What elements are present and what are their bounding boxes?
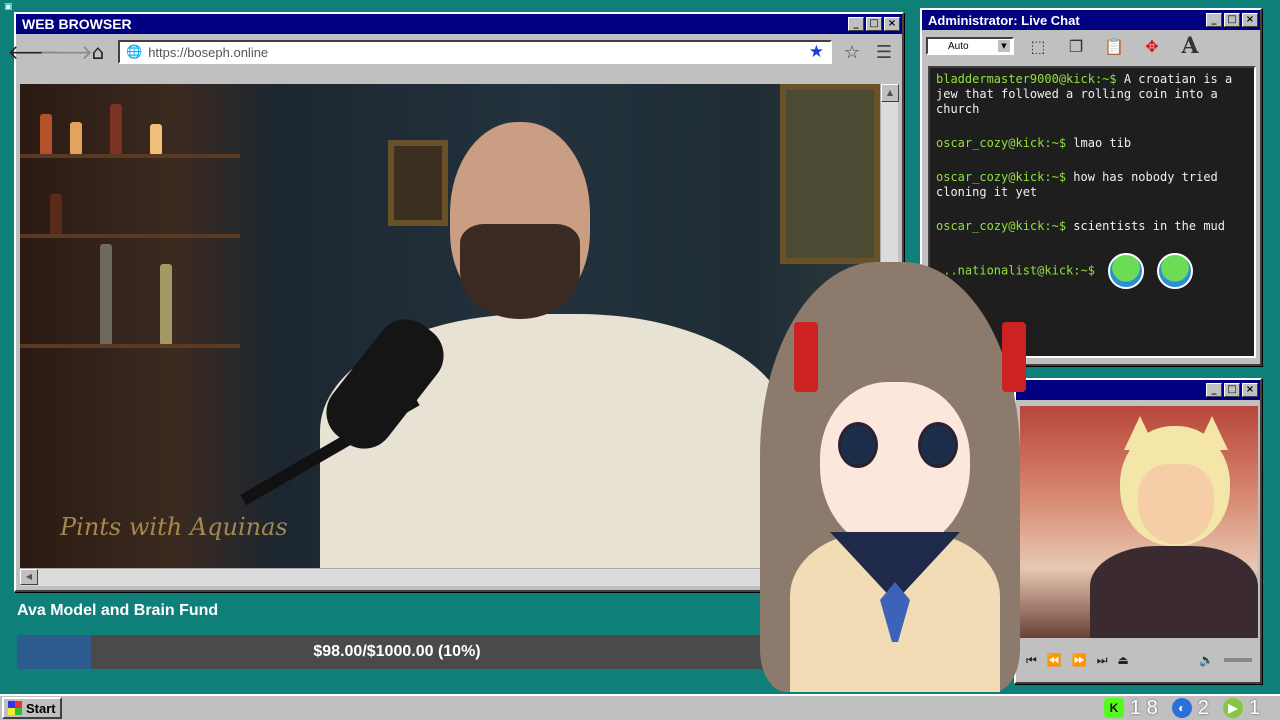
browser-titlebar[interactable]: WEB BROWSER _ □ × [16,14,902,34]
vtuber-avatar [730,262,1050,692]
chat-username: bladdermaster9000@kick:~$ [936,72,1117,86]
bar-shelf [20,234,240,238]
scroll-left-icon[interactable]: ◀ [20,569,38,585]
home-icon[interactable]: ⌂ [86,40,110,64]
crying-emote-icon [1108,253,1145,289]
skip-forward-icon[interactable]: ⏭ [1097,653,1108,668]
desktop-icon-fragment[interactable]: ▣ [4,2,14,12]
copy-icon[interactable]: ❐ [1062,33,1090,59]
moon-viewer-count: 2 [1197,696,1209,719]
kick-icon[interactable]: K [1103,698,1124,718]
bar-shelf [20,344,240,348]
paste-icon[interactable]: 📋 [1100,33,1128,59]
menu-icon[interactable]: ☰ [872,40,896,64]
forward-arrow-icon[interactable]: 🡒 [39,40,93,64]
font-select-value: Auto [948,40,969,52]
system-tray: K 1 8 ◐ 2 ▶ 1 [1103,696,1278,720]
chat-username: oscar_cozy@kick:~$ [936,170,1067,184]
close-button[interactable]: × [884,17,900,31]
favorites-star-icon[interactable]: ☆ [840,40,864,64]
minimize-button[interactable]: _ [1206,383,1222,397]
avatar-eye [838,422,878,468]
avatar-face [820,382,970,552]
avatar-eye [918,422,958,468]
hair-ribbon [1002,322,1026,392]
fund-progress-bar: $98.00/$1000.00 (10%) [17,635,777,669]
speaker-beard [460,224,580,319]
chat-text: scientists in the mud [1073,219,1225,233]
player-screen[interactable] [1020,406,1258,638]
browser-title: WEB BROWSER [22,16,132,32]
eject-icon[interactable]: ⏏ [1118,653,1129,667]
select-marquee-icon[interactable]: ⬚ [1024,33,1052,59]
chat-message: oscar_cozy@kick:~$ scientists in the mud [936,219,1248,234]
taskbar: Start K 1 8 ◐ 2 ▶ 1 [0,694,1280,720]
fund-title: Ava Model and Brain Fund [17,602,219,619]
minimize-button[interactable]: _ [848,17,864,31]
bottle [70,122,82,154]
video-watermark: Pints with Aquinas [60,513,288,541]
bar-shelf [20,154,240,158]
moon-icon[interactable]: ◐ [1171,698,1192,718]
wall-painting [388,140,448,226]
fund-progress-text: $98.00/$1000.00 (10%) [313,643,481,660]
chat-toolbar: Auto ▼ ⬚ ❐ 📋 ✥ A [922,30,1260,62]
bookmark-star-icon[interactable]: ★ [809,42,824,62]
bottle [40,114,52,154]
wall-portrait [780,84,880,264]
chat-message: oscar_cozy@kick:~$ lmao tib [936,136,1248,151]
kick-viewer-count: 1 8 [1129,696,1158,719]
chat-username: oscar_cozy@kick:~$ [936,136,1067,150]
bottle [100,244,112,344]
media-player-window: _ □ × ⏮ ⏪ ⏩ ⏭ ⏏ 🔈 [1014,378,1262,684]
close-button[interactable]: × [1242,13,1258,27]
chat-text: lmao tib [1073,136,1132,150]
hair-ribbon [794,322,818,392]
chevron-down-icon[interactable]: ▼ [998,40,1010,52]
catboy-face [1138,464,1214,544]
bottle [150,124,162,154]
windows-logo-icon [8,701,22,715]
chat-title: Administrator: Live Chat [928,12,1080,28]
move-icon[interactable]: ✥ [1138,33,1166,59]
address-bar[interactable]: 🌐 https://boseph.online ★ [118,40,832,64]
globe-icon: 🌐 [126,44,143,60]
start-button[interactable]: Start [2,697,62,719]
crying-emote-icon [1157,253,1194,289]
scroll-up-icon[interactable]: ▲ [881,84,899,102]
maximize-button[interactable]: □ [1224,383,1240,397]
font-select[interactable]: Auto ▼ [926,37,1014,55]
maximize-button[interactable]: □ [1224,13,1240,27]
bottle [160,264,172,344]
close-button[interactable]: × [1242,383,1258,397]
cat-ear [1196,416,1228,450]
maximize-button[interactable]: □ [866,17,882,31]
font-icon[interactable]: A [1176,33,1204,59]
chat-message: bladdermaster9000@kick:~$ A croatian is … [936,72,1248,117]
chat-titlebar[interactable]: Administrator: Live Chat _ □ × [922,10,1260,30]
start-label: Start [26,700,56,716]
chat-username: oscar_cozy@kick:~$ [936,219,1067,233]
catboy-sweater [1090,546,1258,638]
browser-navbar: 🡐 🡒 ⌂ 🌐 https://boseph.online ★ ☆ ☰ [7,34,902,70]
rumble-viewer-count: 1 [1248,696,1260,719]
chat-message: oscar_cozy@kick:~$ how has nobody tried … [936,170,1248,200]
cat-ear [1124,416,1156,450]
bottle [110,104,122,154]
minimize-button[interactable]: _ [1206,13,1222,27]
player-controls: ⏮ ⏪ ⏩ ⏭ ⏏ 🔈 [1020,648,1258,672]
rumble-icon[interactable]: ▶ [1222,698,1243,718]
fast-forward-icon[interactable]: ⏩ [1072,653,1087,667]
bottle [50,194,62,234]
volume-slider[interactable] [1224,658,1252,662]
player-titlebar[interactable]: _ □ × [1016,380,1260,400]
url-text[interactable]: https://boseph.online [148,45,803,60]
volume-icon[interactable]: 🔈 [1199,653,1214,667]
